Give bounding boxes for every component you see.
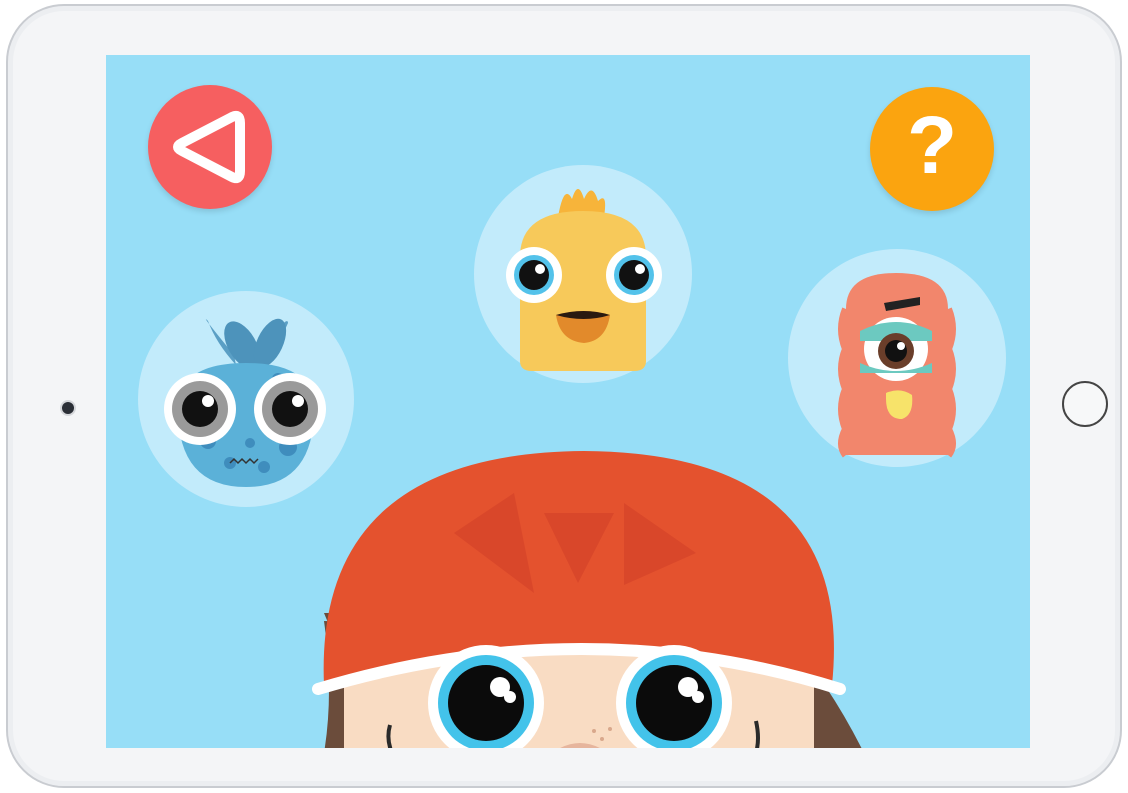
child-avatar (312, 451, 862, 748)
yellow-chick-icon (506, 189, 662, 371)
back-button[interactable] (148, 85, 272, 209)
back-triangle-icon (173, 110, 245, 184)
app-screen: ? (106, 55, 1030, 748)
front-camera (62, 402, 74, 414)
home-button[interactable] (1062, 381, 1108, 427)
help-label: ? (906, 100, 958, 191)
character-yellow-chick[interactable] (474, 165, 692, 383)
help-button[interactable]: ? (870, 87, 994, 211)
